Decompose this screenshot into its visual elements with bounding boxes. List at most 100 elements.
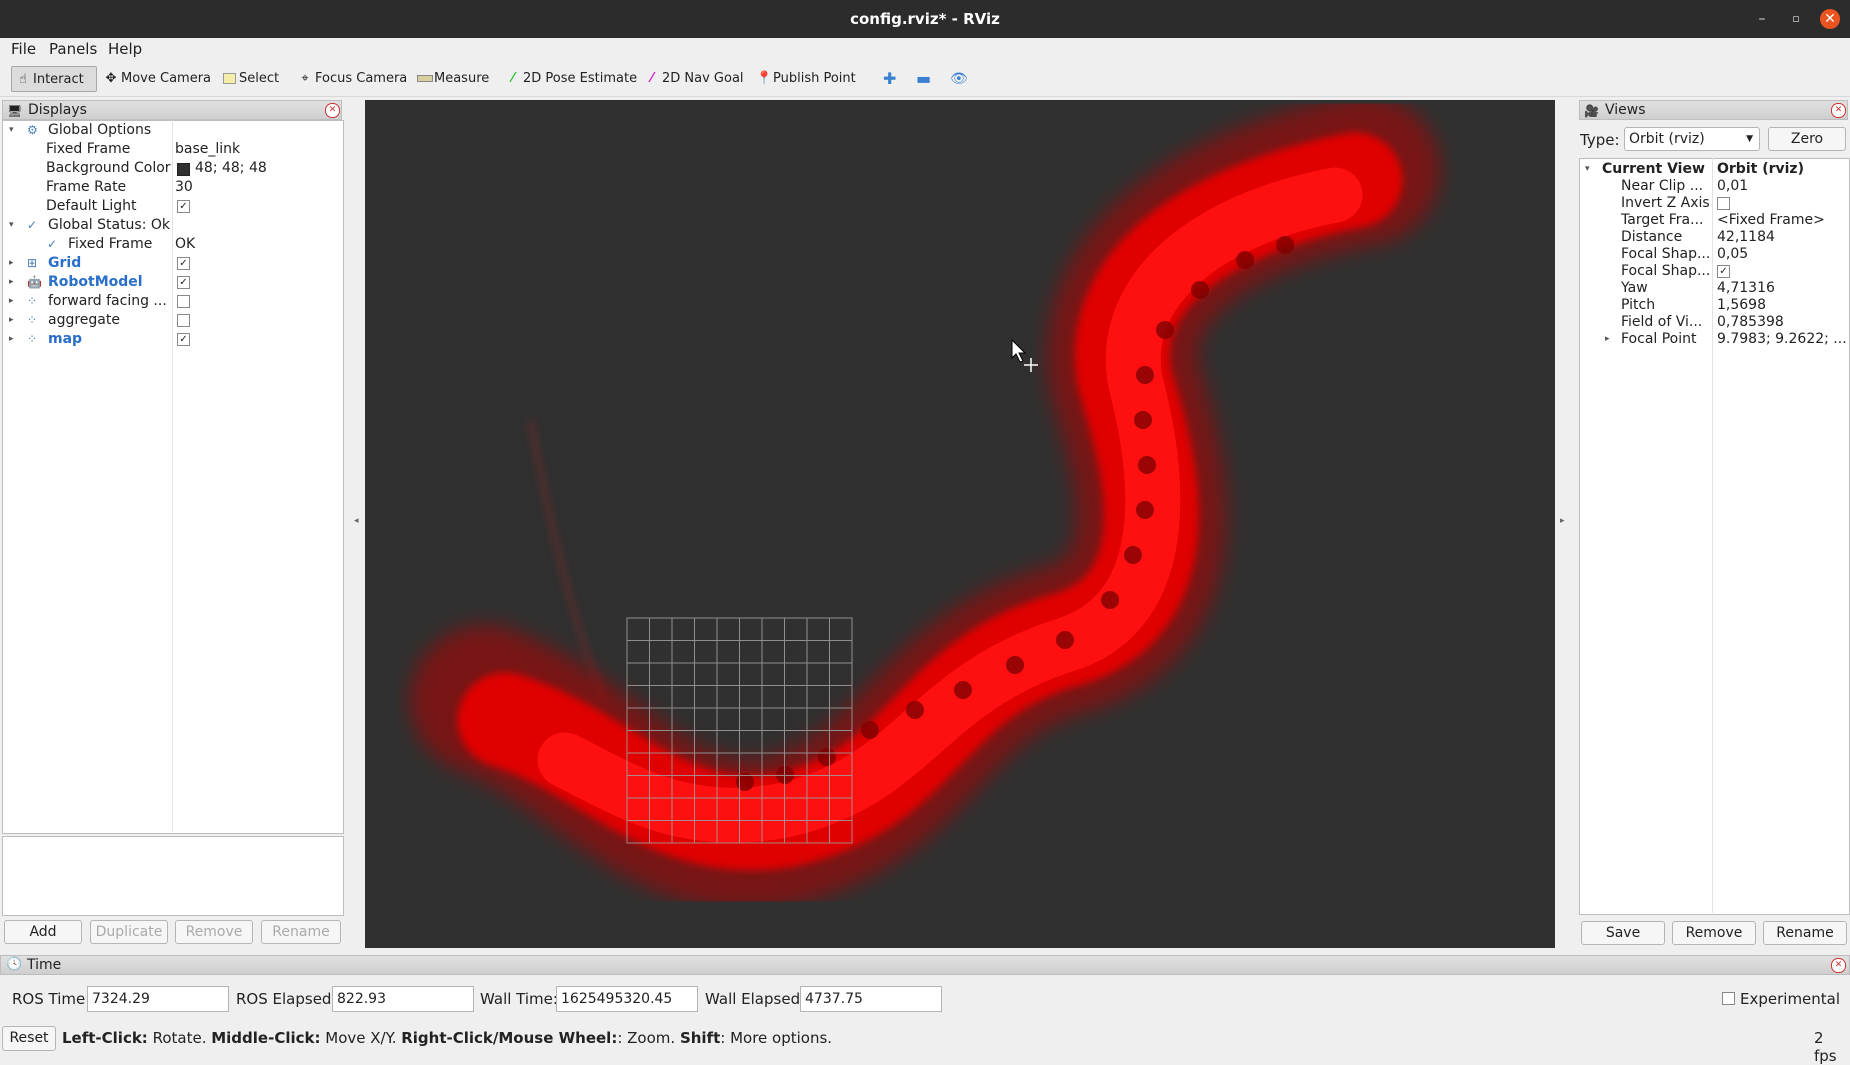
fixed-frame-value[interactable]: base_link [175,140,240,159]
close-panel-icon[interactable]: ✕ [1831,958,1846,973]
right-click-label: Right-Click/Mouse Wheel: [401,1029,618,1047]
aggregate-checkbox[interactable] [177,314,190,327]
time-bar: ROS Time: 7324.29 ROS Elapsed: 822.93 Wa… [0,976,1850,1022]
tool-select-label: Select [239,71,280,86]
background-color-label: Background Color [46,160,171,176]
add-tool-icon[interactable]: ✚ [879,66,900,92]
tool-publish-point[interactable]: 📍Publish Point [752,66,860,92]
tool-publish-point-label: Publish Point [773,71,856,86]
reset-button[interactable]: Reset [2,1026,56,1051]
green-arrow-icon: ⁄ [511,71,515,86]
view-type-label: Type: [1580,131,1620,149]
tool-focus-camera[interactable]: ⌖ Focus Camera [294,66,411,92]
collapse-right-icon[interactable]: ▸ [1560,516,1565,526]
collapse-left-icon[interactable]: ◂ [354,516,359,526]
views-title: Views [1605,102,1646,118]
tool-focus-camera-label: Focus Camera [315,71,408,86]
ruler-icon [417,66,433,92]
check-icon: ✓ [47,237,58,251]
eye-icon[interactable]: 👁 [946,66,972,92]
tool-2d-pose-estimate[interactable]: ⁄ 2D Pose Estimate [502,66,641,92]
restore-icon[interactable]: ▫ [1786,9,1806,29]
tool-interact-label: Interact [33,72,84,87]
view-type-value: Orbit (rviz) [1629,131,1705,147]
menu-panels[interactable]: Panels [49,40,97,58]
collapse-arrow-icon[interactable]: ▾ [9,121,19,140]
ros-time-field[interactable]: 7324.29 [87,986,229,1012]
column-divider [172,120,173,832]
robot-icon: 🤖 [27,275,42,289]
rename-view-button[interactable]: Rename [1763,921,1847,945]
default-light-checkbox[interactable]: ✓ [177,200,190,213]
global-options-label: Global Options [48,122,152,138]
view-prop-row[interactable]: ▸ Focal Point 9.7983; 9.2622; ... [1580,330,1847,349]
focal-shape-checkbox[interactable]: ✓ [1717,265,1730,278]
minimize-icon[interactable]: – [1752,9,1772,29]
move-camera-icon: ✥ [105,71,117,86]
map-checkbox[interactable]: ✓ [177,333,190,346]
tool-move-camera[interactable]: ✥ Move Camera [100,66,215,92]
status-bar: Reset Left-Click: Rotate. Middle-Click: … [0,1024,1850,1065]
expand-arrow-icon[interactable]: ▸ [9,254,19,273]
zero-button[interactable]: Zero [1768,127,1846,151]
add-display-button[interactable]: Add [4,920,82,944]
toolbar: ☝ Interact ✥ Move Camera Select ⌖ Focus Cam… [0,62,1850,97]
color-swatch[interactable] [177,163,190,176]
expand-arrow-icon[interactable]: ▸ [9,311,19,330]
close-panel-icon[interactable]: ✕ [1831,103,1846,118]
view-type-select[interactable]: Orbit (rviz) ▼ [1624,127,1760,151]
ros-elapsed-label: ROS Elapsed: [236,990,337,1008]
robotmodel-checkbox[interactable]: ✓ [177,276,190,289]
focal-point-icon [1024,358,1038,372]
fixed-frame-label: Fixed Frame [46,141,131,157]
expand-arrow-icon[interactable]: ▸ [9,292,19,311]
remove-view-button[interactable]: Remove [1672,921,1756,945]
remove-tool-icon[interactable]: ▬ [912,66,935,92]
shift-desc: : More options. [720,1029,833,1047]
magenta-arrow-icon: ⁄ [650,71,654,86]
left-click-desc: Rotate. [147,1029,212,1047]
column-divider [1712,158,1713,913]
ros-time-label: ROS Time: [12,990,91,1008]
focus-camera-icon: ⌖ [301,71,309,86]
close-icon[interactable]: ✕ [1820,9,1840,29]
experimental-checkbox[interactable] [1722,992,1735,1005]
tool-select[interactable]: Select [218,66,283,92]
time-title: Time [27,957,62,973]
save-view-button[interactable]: Save [1581,921,1665,945]
rename-display-button[interactable]: Rename [261,920,341,944]
hand-pointer-icon: ☝ [19,72,27,87]
views-tree: ▾ Current View Orbit (rviz) Near Clip ..… [1579,158,1850,915]
tool-interact[interactable]: ☝ Interact [11,66,97,92]
frame-rate-label: Frame Rate [46,179,127,195]
title-bar: config.rviz* - RViz – ▫ ✕ [0,0,1850,38]
expand-arrow-icon[interactable]: ▸ [9,330,19,349]
right-click-desc: : Zoom. [617,1029,680,1047]
frame-rate-value[interactable]: 30 [175,178,193,197]
grid-checkbox[interactable]: ✓ [177,257,190,270]
3d-viewport[interactable] [365,100,1555,948]
close-panel-icon[interactable]: ✕ [325,103,340,118]
tool-2d-nav-goal[interactable]: ⁄ 2D Nav Goal [641,66,748,92]
wall-elapsed-field[interactable]: 4737.75 [800,986,942,1012]
view-prop-value[interactable]: 9.7983; 9.2622; ... [1717,330,1847,349]
status-fixed-frame-label: Fixed Frame [68,236,153,252]
menu-file[interactable]: File [11,40,36,58]
wall-elapsed-label: Wall Elapsed: [705,990,806,1008]
forward-facing-checkbox[interactable] [177,295,190,308]
background-color-value[interactable]: 48; 48; 48 [195,159,267,178]
experimental-label: Experimental [1740,990,1841,1008]
expand-arrow-icon[interactable]: ▸ [1605,330,1615,349]
expand-arrow-icon[interactable]: ▸ [9,273,19,292]
ros-elapsed-field[interactable]: 822.93 [332,986,474,1012]
remove-display-button[interactable]: Remove [175,920,253,944]
invert-z-checkbox[interactable] [1717,197,1730,210]
tool-measure[interactable]: Measure [413,66,493,92]
displays-panel-header: 🖥 Displays ✕ [2,100,342,120]
wall-time-field[interactable]: 1625495320.45 [556,986,698,1012]
middle-click-label: Middle-Click: [211,1029,321,1047]
collapse-arrow-icon[interactable]: ▾ [9,216,19,235]
duplicate-display-button[interactable]: Duplicate [90,920,168,944]
robotmodel-label: RobotModel [48,274,143,290]
menu-help[interactable]: Help [108,40,142,58]
